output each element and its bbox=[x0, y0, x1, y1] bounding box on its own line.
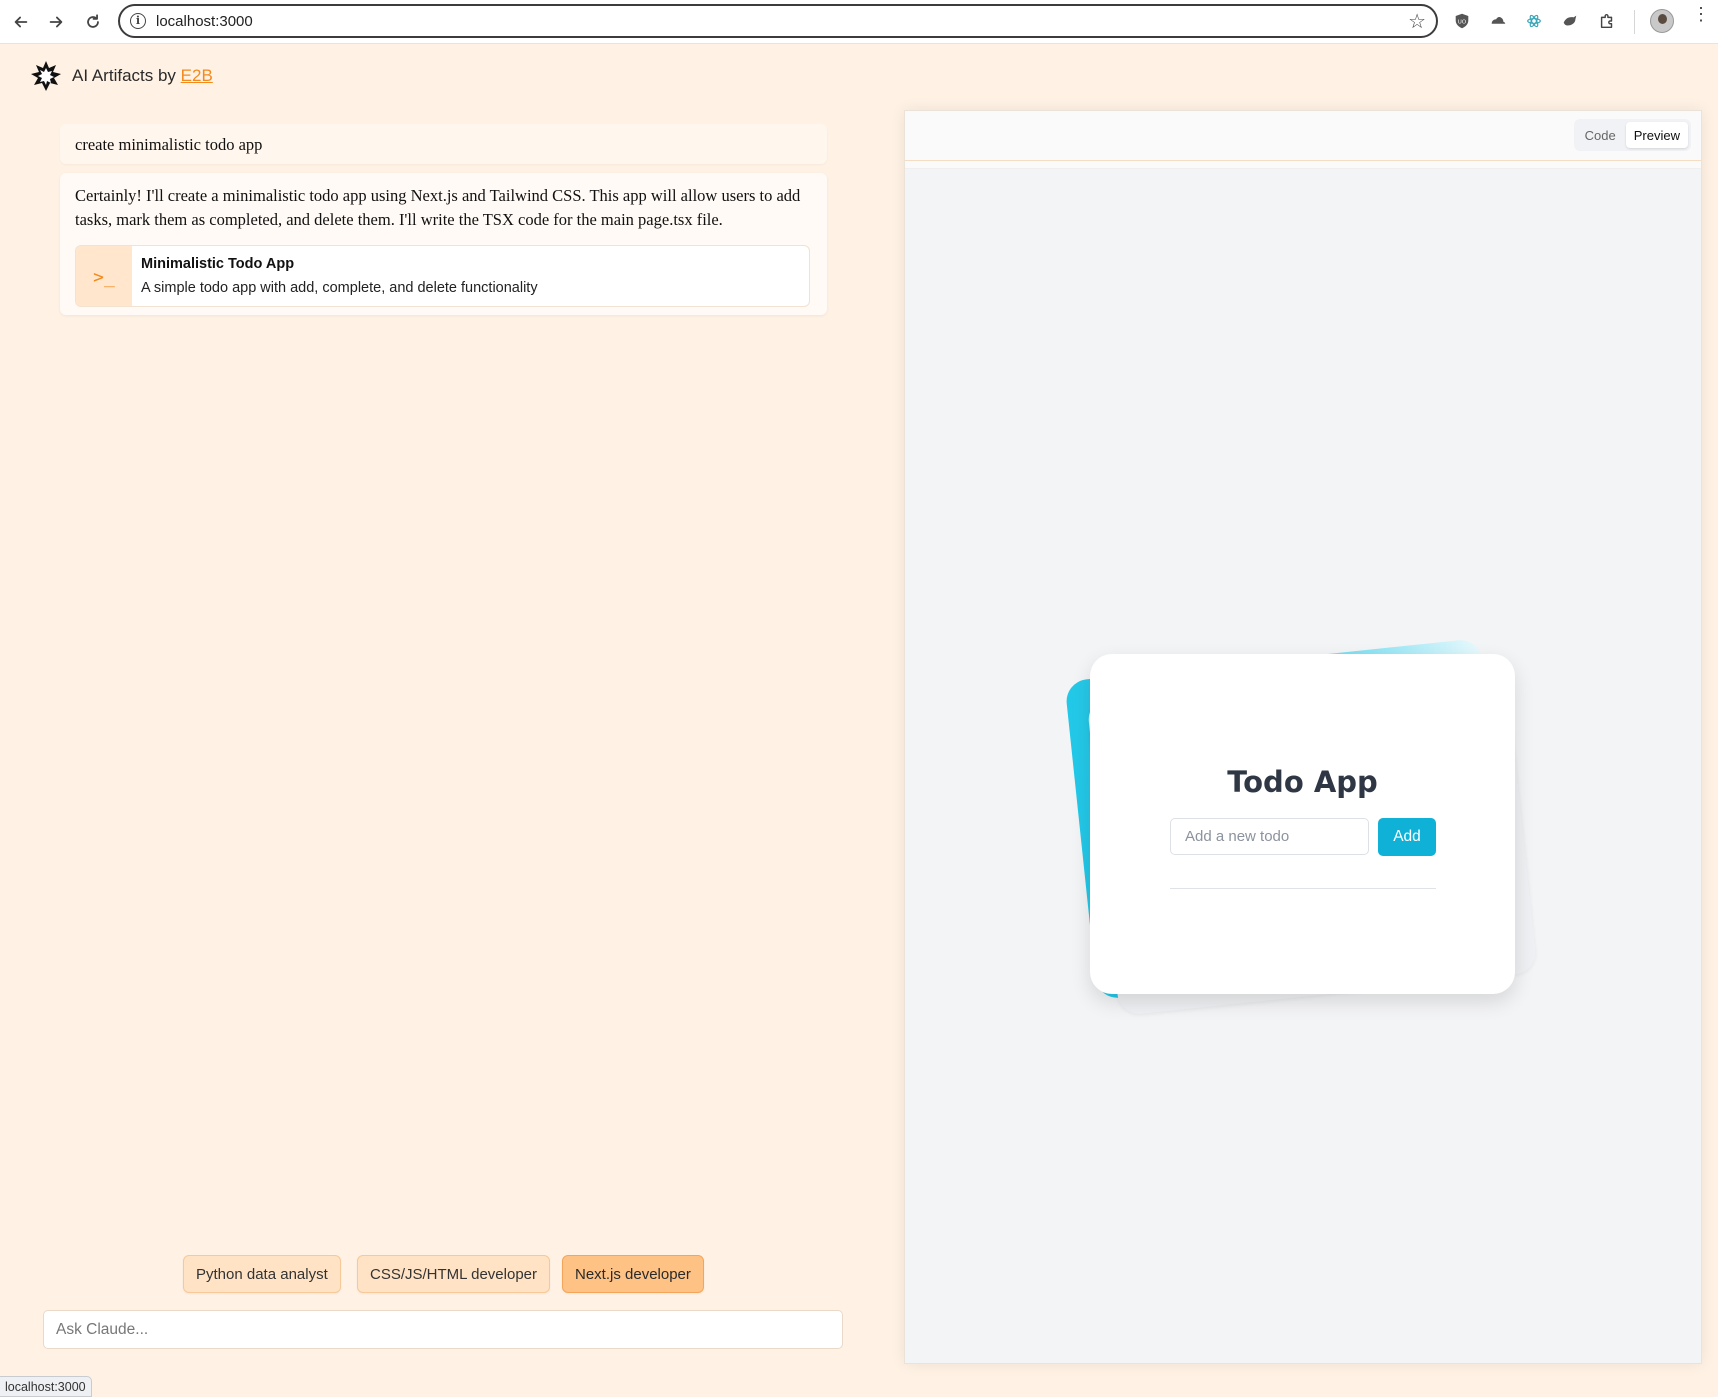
forward-icon[interactable] bbox=[43, 9, 69, 35]
assistant-message-text: Certainly! I'll create a minimalistic to… bbox=[75, 186, 801, 229]
panel-header: Code Preview bbox=[905, 111, 1701, 161]
todo-list-divider bbox=[1170, 888, 1436, 889]
assistant-message: Certainly! I'll create a minimalistic to… bbox=[60, 173, 827, 315]
terminal-icon: >_ bbox=[76, 246, 132, 306]
toolbar-divider bbox=[1634, 10, 1635, 34]
tab-code[interactable]: Code bbox=[1577, 122, 1624, 148]
cloud-extension-icon[interactable] bbox=[1488, 11, 1508, 31]
bird-extension-icon[interactable] bbox=[1560, 11, 1580, 31]
view-toggle: Code Preview bbox=[1573, 119, 1691, 151]
puzzle-extension-icon[interactable] bbox=[1597, 11, 1617, 31]
tab-preview[interactable]: Preview bbox=[1625, 122, 1688, 148]
back-icon[interactable] bbox=[8, 9, 34, 35]
reload-icon[interactable] bbox=[80, 9, 106, 35]
artifact-title: Minimalistic Todo App bbox=[141, 256, 295, 272]
todo-card: Todo App Add bbox=[1090, 654, 1515, 994]
browser-menu-icon[interactable]: ⋮ bbox=[1692, 5, 1710, 23]
bookmark-star-icon[interactable]: ☆ bbox=[1408, 9, 1426, 34]
app-header: AI Artifacts by E2B bbox=[30, 60, 213, 92]
e2b-logo-icon bbox=[31, 61, 61, 91]
add-todo-button[interactable]: Add bbox=[1378, 818, 1436, 856]
persona-chip-python[interactable]: Python data analyst bbox=[183, 1255, 341, 1293]
panel-header-strip bbox=[905, 161, 1701, 169]
artifact-card[interactable]: >_ Minimalistic Todo App A simple todo a… bbox=[75, 245, 810, 307]
shield-extension-icon[interactable]: UO bbox=[1452, 11, 1472, 31]
react-extension-icon[interactable] bbox=[1524, 11, 1544, 31]
ask-claude-input[interactable] bbox=[43, 1310, 843, 1349]
address-bar[interactable]: i localhost:3000 ☆ bbox=[118, 4, 1438, 38]
preview-area: Todo App Add bbox=[905, 169, 1701, 1363]
persona-chip-css-js-html[interactable]: CSS/JS/HTML developer bbox=[357, 1255, 551, 1293]
svg-text:UO: UO bbox=[1458, 19, 1466, 25]
e2b-link[interactable]: E2B bbox=[181, 66, 213, 85]
todo-title: Todo App bbox=[1227, 765, 1378, 799]
app-title: AI Artifacts by E2B bbox=[72, 66, 213, 86]
url-text: localhost:3000 bbox=[156, 13, 253, 30]
persona-chip-nextjs[interactable]: Next.js developer bbox=[562, 1255, 704, 1293]
profile-avatar[interactable] bbox=[1650, 9, 1674, 33]
user-message: create minimalistic todo app bbox=[60, 124, 827, 164]
artifact-description: A simple todo app with add, complete, an… bbox=[141, 280, 538, 296]
status-bar-url: localhost:3000 bbox=[0, 1376, 92, 1397]
site-info-icon[interactable]: i bbox=[130, 13, 146, 29]
browser-toolbar: i localhost:3000 ☆ UO ⋮ bbox=[0, 0, 1718, 44]
new-todo-input[interactable] bbox=[1170, 818, 1369, 855]
artifact-panel: Code Preview Todo App Add bbox=[904, 110, 1702, 1364]
app-title-prefix: AI Artifacts by bbox=[72, 66, 176, 85]
